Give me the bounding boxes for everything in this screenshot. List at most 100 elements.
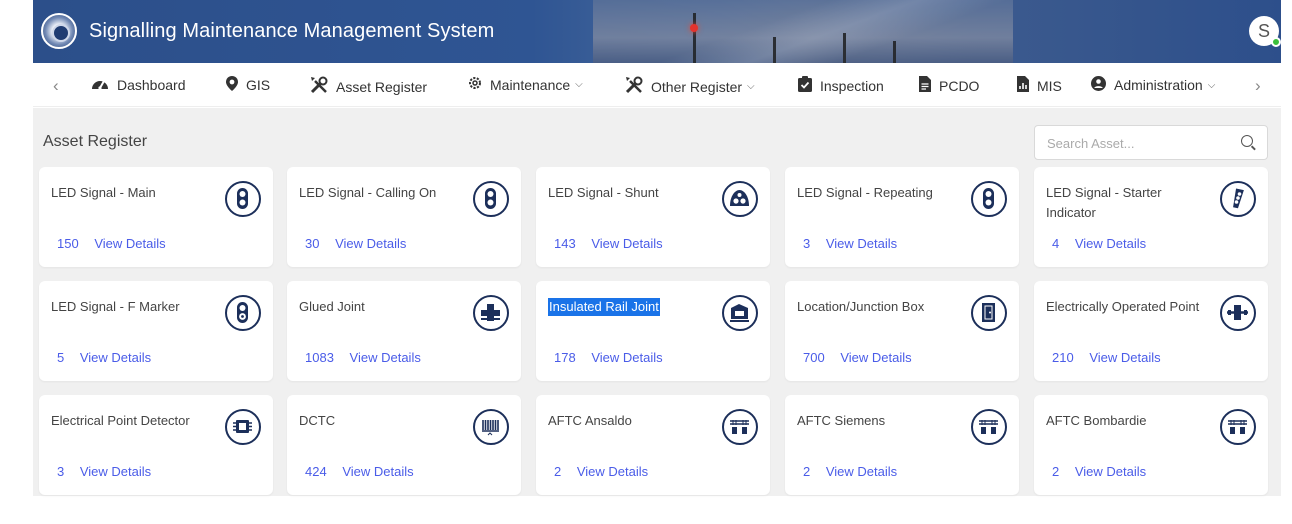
asset-card-electrically-operated-point[interactable]: Electrically Operated Point 210 View Det… [1034, 281, 1268, 381]
asset-card-glued-joint[interactable]: Glued Joint 1083 View Details [287, 281, 521, 381]
view-details-link[interactable]: View Details [1089, 350, 1160, 365]
dashboard-icon [91, 76, 109, 93]
asset-card-aftc-bombardie[interactable]: AFTC Bombardie 2 View Details [1034, 395, 1268, 495]
nav-label: Inspection [820, 77, 884, 94]
nav-item-maintenance[interactable]: Maintenance ⌵ [468, 76, 583, 93]
user-avatar[interactable]: S [1249, 16, 1281, 47]
asset-name: LED Signal - Main [51, 185, 156, 200]
shunt-signal-icon [722, 181, 758, 217]
signal-icon [225, 181, 261, 217]
nav-label: Administration [1114, 77, 1203, 93]
view-details-link[interactable]: View Details [1075, 236, 1146, 251]
asset-card-dctc[interactable]: DCTC 424 View Details [287, 395, 521, 495]
view-details-link[interactable]: View Details [335, 236, 406, 251]
asset-card-led-signal-calling-on[interactable]: LED Signal - Calling On 30 View Details [287, 167, 521, 267]
asset-name: Glued Joint [299, 299, 365, 314]
view-details-link[interactable]: View Details [826, 464, 897, 479]
chevron-down-icon: ⌵ [747, 81, 755, 92]
nav-label: PCDO [939, 77, 980, 94]
view-details-link[interactable]: View Details [826, 236, 897, 251]
asset-name: LED Signal - Shunt [548, 185, 659, 200]
view-details-link[interactable]: View Details [591, 350, 662, 365]
junction-box-icon [971, 295, 1007, 331]
signal-icon [971, 181, 1007, 217]
asset-name: LED Signal - Calling On [299, 185, 437, 200]
railway-logo [41, 13, 77, 49]
asset-count: 178 [554, 350, 576, 365]
nav-item-other-register[interactable]: Other Register ⌵ [625, 76, 755, 97]
tools-icon [625, 76, 643, 97]
asset-card-led-signal-shunt[interactable]: LED Signal - Shunt 143 View Details [536, 167, 770, 267]
nav-item-inspection[interactable]: Inspection [798, 76, 884, 95]
search-icon[interactable] [1241, 135, 1253, 147]
nav-label: MIS [1037, 77, 1062, 94]
asset-count: 700 [803, 350, 825, 365]
signal-icon [473, 181, 509, 217]
nav-label: Other Register [651, 78, 743, 95]
chevron-down-icon: ⌵ [575, 79, 583, 90]
asset-count: 2 [1052, 464, 1060, 479]
chevron-down-icon: ⌵ [1207, 79, 1216, 91]
asset-count: 2 [554, 464, 562, 479]
asset-name: DCTC [299, 413, 336, 428]
view-details-link[interactable]: View Details [94, 236, 165, 251]
asset-count: 1083 [305, 350, 334, 365]
search-box[interactable] [1034, 125, 1268, 160]
nav-scroll-right-icon[interactable]: › [1255, 76, 1261, 96]
aftc-icon [722, 409, 758, 445]
aftc-icon [971, 409, 1007, 445]
app-title: Signalling Maintenance Management System [89, 20, 495, 42]
asset-count: 143 [554, 236, 576, 251]
asset-name: Location/Junction Box [797, 299, 925, 314]
asset-name: LED Signal - Starter Indicator [1046, 185, 1162, 220]
asset-card-led-signal-f-marker[interactable]: LED Signal - F Marker 5 View Details [39, 281, 273, 381]
header-banner-image [593, 0, 1013, 63]
nav-item-pcdo[interactable]: PCDO [919, 76, 979, 95]
asset-register-panel: Asset Register LED Signal - Main 150 Vie… [33, 108, 1281, 496]
asset-card-location-junction-box[interactable]: Location/Junction Box 700 View Details [785, 281, 1019, 381]
view-details-link[interactable]: View Details [840, 350, 911, 365]
nav-item-asset-register[interactable]: Asset Register [310, 76, 427, 97]
asset-count: 3 [803, 236, 811, 251]
asset-name: AFTC Ansaldo [548, 413, 632, 428]
view-details-link[interactable]: View Details [591, 236, 662, 251]
asset-count: 30 [305, 236, 320, 251]
user-initial: S [1257, 21, 1270, 41]
tools-icon [310, 76, 328, 97]
app-header: Signalling Maintenance Management System… [33, 0, 1281, 63]
document-icon [919, 76, 931, 95]
asset-count: 150 [57, 236, 79, 251]
map-pin-icon [226, 76, 238, 94]
nav-label: Maintenance [490, 76, 571, 93]
aftc-icon [1220, 409, 1256, 445]
asset-card-led-signal-starter-indicator[interactable]: LED Signal - Starter Indicator 4 View De… [1034, 167, 1268, 267]
view-details-link[interactable]: View Details [350, 350, 421, 365]
view-details-link[interactable]: View Details [342, 464, 413, 479]
page-title: Asset Register [43, 133, 148, 150]
asset-name: Electrical Point Detector [51, 413, 190, 428]
asset-card-electrical-point-detector[interactable]: Electrical Point Detector 3 View Details [39, 395, 273, 495]
nav-scroll-left-icon[interactable]: ‹ [53, 76, 59, 96]
asset-name: Insulated Rail Joint [548, 298, 660, 316]
nav-item-gis[interactable]: GIS [226, 76, 270, 94]
search-input[interactable] [1047, 134, 1227, 152]
asset-card-led-signal-repeating[interactable]: LED Signal - Repeating 3 View Details [785, 167, 1019, 267]
asset-card-aftc-siemens[interactable]: AFTC Siemens 2 View Details [785, 395, 1019, 495]
main-nav: ‹ Dashboard GIS Asset Register Maintenan… [33, 63, 1281, 107]
view-details-link[interactable]: View Details [80, 350, 151, 365]
asset-card-led-signal-main[interactable]: LED Signal - Main 150 View Details [39, 167, 273, 267]
point-detector-icon [225, 409, 261, 445]
online-status-dot [1271, 37, 1281, 47]
nav-item-mis[interactable]: MIS [1017, 76, 1062, 95]
asset-name: AFTC Bombardie [1046, 413, 1147, 428]
view-details-link[interactable]: View Details [80, 464, 151, 479]
asset-card-insulated-rail-joint[interactable]: Insulated Rail Joint 178 View Details [536, 281, 770, 381]
view-details-link[interactable]: View Details [1075, 464, 1146, 479]
report-icon [1017, 76, 1029, 95]
asset-card-aftc-ansaldo[interactable]: AFTC Ansaldo 2 View Details [536, 395, 770, 495]
rail-joint-icon [722, 295, 758, 331]
dctc-icon [473, 409, 509, 445]
nav-item-administration[interactable]: Administration ⌵ [1091, 76, 1215, 94]
nav-item-dashboard[interactable]: Dashboard [91, 76, 186, 93]
view-details-link[interactable]: View Details [577, 464, 648, 479]
